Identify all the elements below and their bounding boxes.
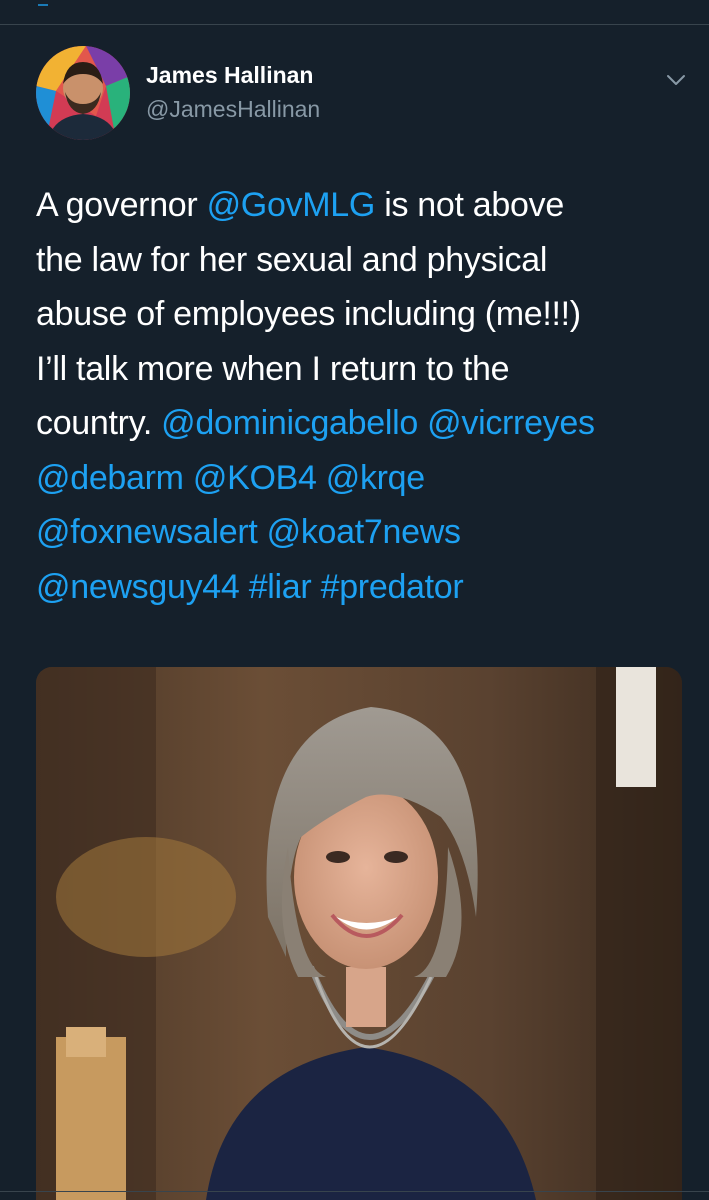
tweet-text-segment: country. [36,404,162,442]
tweet-text-segment [184,459,193,497]
tweet-text: A governor @GovMLG is not above the law f… [36,178,686,614]
top-divider [0,24,709,25]
author-display-name[interactable]: James Hallinan [146,62,313,89]
tweet-text-segment [418,404,427,442]
hashtag-link[interactable]: #liar [249,568,312,606]
tweet-text-line: @foxnewsalert @koat7news [36,505,686,560]
chevron-down-icon[interactable] [664,68,688,92]
tweet-text-line: @debarm @KOB4 @krqe [36,451,686,506]
mention-link[interactable]: @koat7news [267,513,461,551]
tweet-text-line: A governor @GovMLG is not above [36,178,686,233]
tweet-text-segment [240,568,249,606]
back-icon[interactable] [38,0,48,6]
mention-link[interactable]: @debarm [36,459,184,497]
tweet-text-segment [317,459,326,497]
mention-link[interactable]: @foxnewsalert [36,513,258,551]
tweet-text-segment: I’ll talk more when I return to the [36,349,510,388]
mention-link[interactable]: @GovMLG [207,186,376,224]
tweet-header: James Hallinan @JamesHallinan [36,46,685,142]
tweet-text-segment: abuse of employees including (me!!!) [36,295,581,333]
tweet-text-line: country. @dominicgabello @vicrreyes [36,396,686,451]
tweet-text-segment: A governor [36,186,207,224]
bottom-divider [0,1191,709,1192]
tweet-text-segment [257,513,266,551]
avatar[interactable] [36,46,130,140]
tweet-text-segment [311,568,320,606]
tweet-text-line: @newsguy44 #liar #predator [36,560,686,615]
tweet-text-line: the law for her sexual and physical [36,233,686,288]
mention-link[interactable]: @newsguy44 [36,568,240,606]
tweet-text-segment: is not above [375,186,564,224]
hashtag-link[interactable]: #predator [321,568,464,606]
mention-link[interactable]: @krqe [326,459,425,497]
tweet-text-line: abuse of employees including (me!!!) [36,287,686,342]
author-handle[interactable]: @JamesHallinan [146,96,320,123]
mention-link[interactable]: @vicrreyes [427,404,595,442]
tweet-text-segment: the law for her sexual and physical [36,240,548,279]
tweet-photo[interactable] [36,667,682,1200]
mention-link[interactable]: @KOB4 [193,459,317,497]
mention-link[interactable]: @dominicgabello [161,404,418,442]
tweet-text-line: I’ll talk more when I return to the [36,342,686,397]
